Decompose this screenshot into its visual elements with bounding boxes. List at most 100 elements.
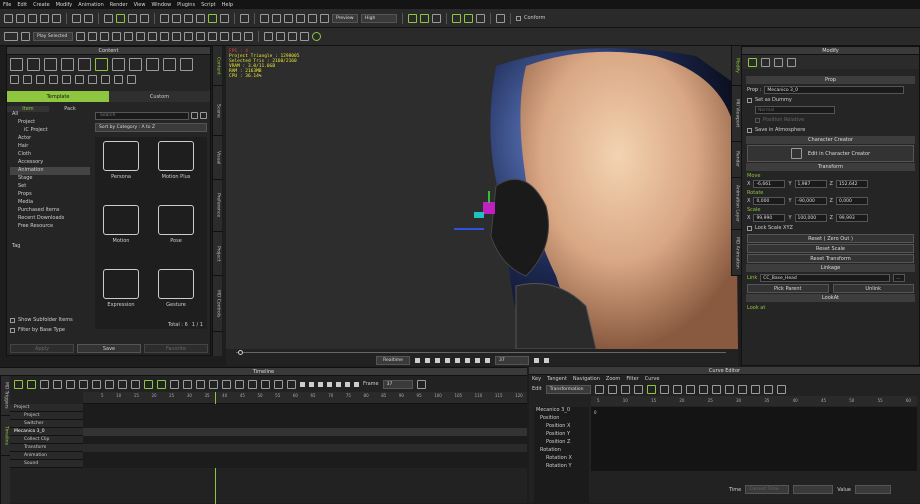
bake-icon[interactable] bbox=[160, 32, 169, 41]
tree-item[interactable]: Free Resource bbox=[10, 223, 90, 231]
tree-item[interactable]: Recent Downloads bbox=[10, 215, 90, 223]
cache-icon[interactable] bbox=[184, 32, 193, 41]
scale-gizmo-icon[interactable] bbox=[140, 13, 149, 23]
curve-cycle-icon[interactable] bbox=[763, 384, 773, 394]
sub-icon-5[interactable] bbox=[62, 74, 71, 84]
curve-ruler[interactable]: 5 10 15 20 25 30 35 40 45 50 55 60 bbox=[591, 396, 917, 406]
tl-next-icon[interactable] bbox=[327, 381, 332, 387]
sort-select[interactable]: Sort by Category : A to Z bbox=[95, 123, 207, 132]
redo-icon[interactable] bbox=[84, 13, 93, 23]
vtab-md-animation[interactable]: MD Animation bbox=[732, 230, 742, 276]
render-icon[interactable] bbox=[420, 13, 429, 23]
track-list-icon[interactable] bbox=[14, 379, 23, 389]
vtab-scene[interactable]: Scene bbox=[213, 86, 223, 136]
first-frame-icon[interactable] bbox=[425, 358, 430, 363]
scale-y-field[interactable]: 100,000 bbox=[794, 214, 827, 222]
tree-item[interactable]: Stage bbox=[10, 175, 90, 183]
shading-icon[interactable] bbox=[308, 13, 317, 23]
menu-plugins[interactable]: Plugins bbox=[177, 2, 195, 8]
curve-break-icon[interactable] bbox=[737, 384, 747, 394]
md-logo-icon[interactable] bbox=[4, 32, 18, 41]
smooth-icon[interactable] bbox=[408, 13, 417, 23]
tree-item[interactable]: All bbox=[10, 111, 90, 119]
vtab-preference[interactable]: Preference bbox=[213, 180, 223, 232]
next-frame-icon[interactable] bbox=[445, 358, 450, 363]
tools-icon[interactable] bbox=[232, 32, 241, 41]
curve-icon[interactable] bbox=[196, 379, 205, 389]
sound-icon[interactable] bbox=[485, 358, 490, 363]
set-category-icon[interactable] bbox=[146, 57, 159, 71]
position-relative-checkbox[interactable] bbox=[755, 117, 760, 123]
menu-view[interactable]: View bbox=[134, 2, 146, 8]
vtab-modify[interactable]: Modify bbox=[732, 46, 742, 86]
prev-frame-icon[interactable] bbox=[435, 358, 440, 363]
curve-move-icon[interactable] bbox=[646, 384, 656, 394]
collision-icon[interactable] bbox=[148, 32, 157, 41]
record-icon[interactable] bbox=[88, 32, 97, 41]
tree-item[interactable]: Set bbox=[10, 183, 90, 191]
zoom-out-icon[interactable] bbox=[261, 379, 270, 389]
tree-item[interactable]: Actor bbox=[10, 135, 90, 143]
move-z-field[interactable]: 152,642 bbox=[835, 180, 868, 188]
move-y-field[interactable]: 1,987 bbox=[794, 180, 827, 188]
layer-icon[interactable] bbox=[208, 32, 217, 41]
shadow-icon[interactable] bbox=[432, 13, 441, 23]
marker-icon[interactable] bbox=[287, 379, 296, 389]
layout-icon[interactable] bbox=[284, 13, 293, 23]
curve-lock-icon[interactable] bbox=[620, 384, 630, 394]
checker-alt-icon[interactable] bbox=[787, 57, 796, 67]
reset-transform-button[interactable]: Reset Transform bbox=[747, 254, 914, 263]
save-atmosphere-checkbox[interactable] bbox=[747, 127, 752, 133]
range-icon[interactable] bbox=[475, 358, 480, 363]
project-category-icon[interactable] bbox=[10, 57, 23, 71]
sliders-icon[interactable] bbox=[748, 57, 757, 67]
tree-item[interactable]: Props bbox=[10, 191, 90, 199]
track-switcher[interactable]: Switcher bbox=[10, 420, 83, 428]
magnet-icon[interactable] bbox=[288, 32, 297, 41]
curve-unify-icon[interactable] bbox=[750, 384, 760, 394]
image-category-icon[interactable] bbox=[129, 57, 142, 71]
folder-pose[interactable]: Pose bbox=[151, 205, 201, 247]
wireframe-icon[interactable] bbox=[296, 13, 305, 23]
sub-icon-6[interactable] bbox=[75, 74, 84, 84]
vtab-md-controls[interactable]: MD Controls bbox=[213, 276, 223, 332]
vtab-visual[interactable]: Visual bbox=[213, 136, 223, 180]
menu-render[interactable]: Render bbox=[110, 2, 128, 8]
md-settings-icon[interactable] bbox=[21, 32, 30, 41]
pan-icon[interactable] bbox=[172, 13, 181, 23]
track-project-group[interactable]: Project bbox=[10, 404, 83, 412]
new-project-icon[interactable] bbox=[4, 13, 13, 23]
tree-item[interactable]: Media bbox=[10, 199, 90, 207]
curve-linear-icon[interactable] bbox=[685, 384, 695, 394]
curve-tree-item[interactable]: Position Y bbox=[534, 431, 589, 439]
stage-category-icon[interactable] bbox=[112, 57, 125, 71]
tree-item[interactable]: Cloth bbox=[10, 151, 90, 159]
motion-icon[interactable] bbox=[761, 57, 770, 67]
sub-icon-3[interactable] bbox=[36, 74, 45, 84]
scrubber-track[interactable] bbox=[236, 352, 726, 353]
last-frame-icon[interactable] bbox=[455, 358, 460, 363]
transition-icon[interactable] bbox=[53, 379, 62, 389]
graph-icon[interactable] bbox=[209, 379, 218, 389]
3d-viewport[interactable]: FPS : 4 Project Triangle : 1298005 Selec… bbox=[226, 46, 738, 349]
scale-x-field[interactable]: 99,990 bbox=[753, 214, 786, 222]
rotate-z-field[interactable]: 0,000 bbox=[835, 197, 868, 205]
viewport-frame-field[interactable]: 37 bbox=[495, 356, 529, 365]
zoom-icon[interactable] bbox=[196, 13, 205, 23]
preview-select[interactable]: Preview bbox=[332, 13, 358, 23]
camera-switch-icon[interactable] bbox=[244, 32, 253, 41]
curve-tree-item[interactable]: Mecanico 3_0 bbox=[534, 407, 589, 415]
section-linkage[interactable]: Linkage bbox=[746, 264, 915, 272]
track-project[interactable]: Project bbox=[10, 412, 83, 420]
move-gizmo-icon[interactable] bbox=[116, 13, 125, 23]
scale-z-field[interactable]: 99,993 bbox=[835, 214, 868, 222]
curve-tree-item[interactable]: Position X bbox=[534, 423, 589, 431]
simulate-icon[interactable] bbox=[76, 32, 85, 41]
pick-parent-button[interactable]: Pick Parent bbox=[747, 284, 829, 293]
reach-icon[interactable] bbox=[476, 13, 485, 23]
curve-tree-item[interactable]: Rotation X bbox=[534, 455, 589, 463]
export-icon[interactable] bbox=[52, 13, 61, 23]
edit-icon[interactable] bbox=[220, 32, 229, 41]
tree-item[interactable]: Hair bbox=[10, 143, 90, 151]
folder-motion-plus[interactable]: Motion Plus bbox=[151, 141, 201, 183]
